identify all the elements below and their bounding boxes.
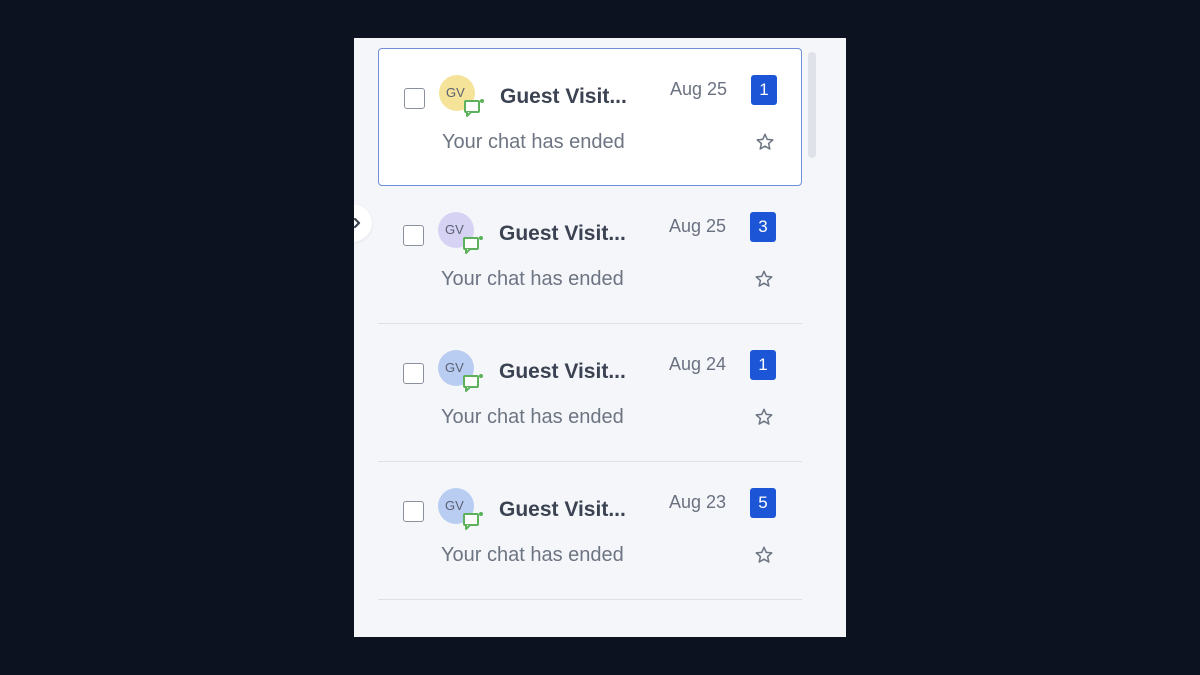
chat-bubble-icon: [463, 512, 483, 530]
chat-bubble-icon: [464, 99, 484, 117]
conversation-item[interactable]: GV Guest Visit... Aug 25 1 Your chat has…: [378, 48, 802, 186]
select-checkbox[interactable]: [403, 225, 424, 246]
last-message-preview: Your chat has ended: [442, 131, 625, 153]
contact-name: Guest Visit...: [500, 85, 627, 108]
unread-count-badge: 1: [751, 75, 777, 105]
star-outline-icon[interactable]: [755, 132, 775, 152]
conversation-item[interactable]: GV Guest Visit... Aug 23 5 Your chat has…: [378, 462, 802, 600]
star-outline-icon[interactable]: [754, 407, 774, 427]
conversation-date: Aug 25: [670, 79, 728, 99]
last-message-preview: Your chat has ended: [441, 406, 624, 428]
conversation-list-panel: GV Guest Visit... Aug 25 1 Your chat has…: [354, 38, 846, 637]
star-outline-icon[interactable]: [754, 269, 774, 289]
contact-name: Guest Visit...: [499, 360, 626, 383]
last-message-preview: Your chat has ended: [441, 268, 624, 290]
contact-name: Guest Visit...: [499, 222, 626, 245]
unread-count-badge: 5: [750, 488, 776, 518]
select-checkbox[interactable]: [403, 363, 424, 384]
conversation-item[interactable]: GV Guest Visit... Aug 25 3 Your chat has…: [378, 186, 802, 324]
conversation-item[interactable]: GV Guest Visit... Aug 24 1 Your chat has…: [378, 324, 802, 462]
unread-count-badge: 3: [750, 212, 776, 242]
chevron-right-icon: [354, 217, 361, 229]
contact-name: Guest Visit...: [499, 498, 626, 521]
scrollbar-thumb[interactable]: [808, 52, 816, 158]
select-checkbox[interactable]: [403, 501, 424, 522]
conversation-date: Aug 24: [669, 354, 727, 374]
unread-count-badge: 1: [750, 350, 776, 380]
star-outline-icon[interactable]: [754, 545, 774, 565]
conversation-list: GV Guest Visit... Aug 25 1 Your chat has…: [378, 48, 802, 600]
last-message-preview: Your chat has ended: [441, 544, 624, 566]
chat-bubble-icon: [463, 374, 483, 392]
chat-bubble-icon: [463, 236, 483, 254]
conversation-date: Aug 25: [669, 216, 727, 236]
conversation-date: Aug 23: [669, 492, 727, 512]
select-checkbox[interactable]: [404, 88, 425, 109]
collapse-panel-button[interactable]: [354, 204, 372, 242]
